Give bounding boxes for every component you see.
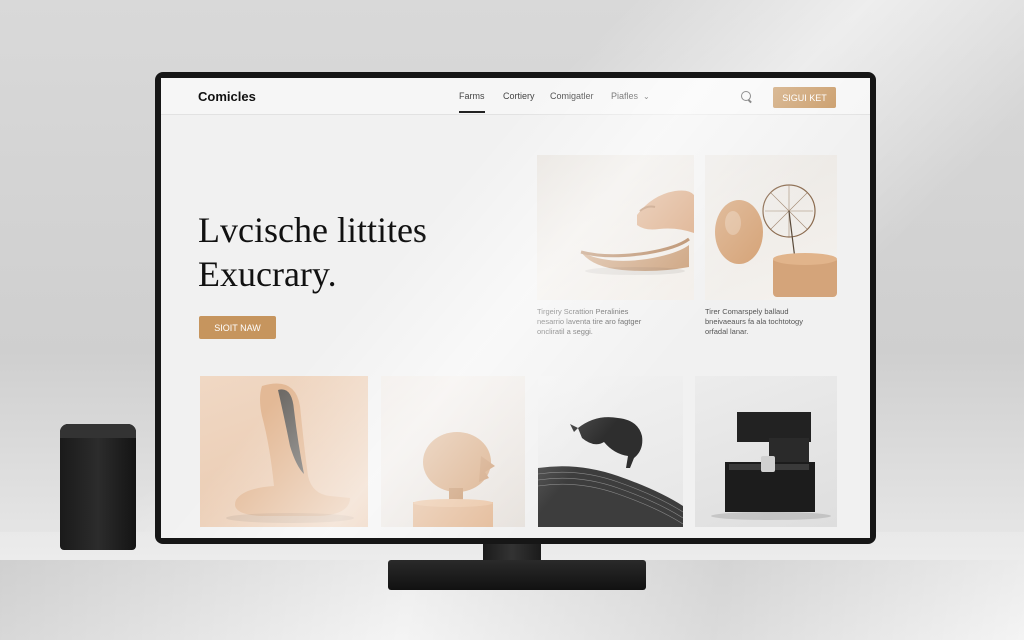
clay-head-bust-icon xyxy=(413,432,495,527)
site-logo[interactable]: Comicles xyxy=(198,89,256,104)
gallery-card-2[interactable] xyxy=(381,376,525,527)
featured-caption-2-text-line-1: Tirer Comarspely ballaud xyxy=(705,307,789,316)
nav-link-piafles[interactable]: Piafles ⌄ xyxy=(611,91,650,101)
gallery-card-4[interactable] xyxy=(695,376,837,527)
featured-caption-1-text-line-2: nesarrio laventa tire aro fagtger xyxy=(537,317,642,326)
featured-caption-1-text-line-3: oncliratil a seggi. xyxy=(537,327,593,336)
speaker xyxy=(60,424,136,550)
gallery-card-1[interactable] xyxy=(200,376,368,527)
featured-caption-1-text-line-1: Tirgeiry Scrattion Peralinies xyxy=(537,307,629,316)
featured-card-2[interactable] xyxy=(705,155,837,300)
nav-link-comigatler[interactable]: Comigatler xyxy=(550,91,594,101)
shop-now-button[interactable]: SIOIT NAW xyxy=(199,316,276,339)
hero-title: Lvcische littites Exucrary. xyxy=(198,208,518,296)
featured-caption-2-text: Tirer Comarspely ballaud bneivaeaurs fa … xyxy=(705,307,830,337)
search-icon[interactable] xyxy=(741,91,751,101)
gallery-card-3[interactable] xyxy=(538,376,683,527)
abstract-clay-curve-icon xyxy=(226,383,354,523)
wire-animal-on-wave-icon xyxy=(538,417,683,527)
speaker-top xyxy=(60,424,136,438)
chevron-down-icon: ⌄ xyxy=(643,92,650,101)
wooden-egg-and-wire-sphere-icon xyxy=(715,184,837,297)
featured-caption-2-text-line-3: orfadal lanar. xyxy=(705,327,749,336)
hero-title-line1: Lvcische littites xyxy=(198,210,427,250)
navbar: Comicles Farms Cortiery Comigatler Piafl… xyxy=(161,78,870,115)
clay-hand-sculpture-icon xyxy=(580,190,694,275)
nav-link-cortiery[interactable]: Cortiery xyxy=(503,91,535,101)
nav-link-farms[interactable]: Farms xyxy=(459,91,485,113)
screen: Comicles Farms Cortiery Comigatler Piafl… xyxy=(161,78,870,538)
hero-title-line2: Exucrary. xyxy=(198,254,337,294)
black-cube-sculpture-icon xyxy=(711,412,831,520)
nav-link-piafles-label: Piafles xyxy=(611,91,639,101)
featured-caption-1-text: Tirgeiry Scrattion Peralinies nesarrio l… xyxy=(537,307,662,337)
featured-caption-2-text-line-2: bneivaeaurs fa ala tochtotogy xyxy=(705,317,803,326)
monitor-stand-base xyxy=(388,560,646,590)
signin-button[interactable]: SIGUI KET xyxy=(773,87,836,108)
featured-card-1[interactable] xyxy=(537,155,694,300)
